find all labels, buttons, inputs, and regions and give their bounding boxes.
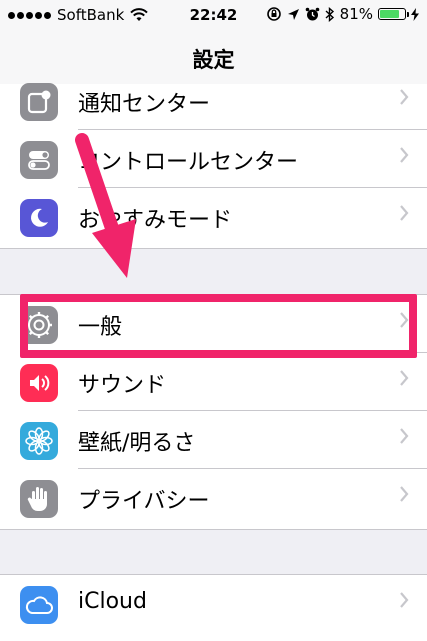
annotation-arrow-icon: [75, 133, 136, 278]
